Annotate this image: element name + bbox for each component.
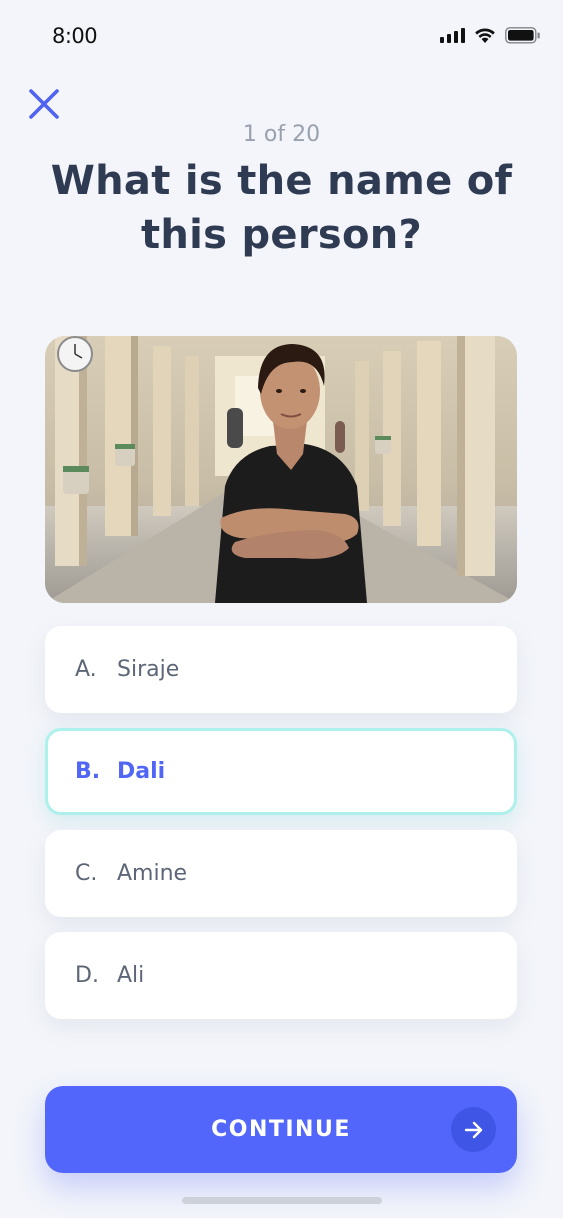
arrow-right-icon <box>451 1107 496 1152</box>
option-b[interactable]: B. Dali <box>45 728 517 815</box>
continue-button[interactable]: CONTINUE <box>45 1086 517 1173</box>
status-time: 8:00 <box>52 24 98 48</box>
home-indicator <box>182 1197 382 1204</box>
close-button[interactable] <box>26 86 62 122</box>
status-icons <box>440 26 541 44</box>
close-icon <box>29 89 59 119</box>
person-photo <box>45 336 517 603</box>
signal-icon <box>440 27 465 43</box>
option-label: Ali <box>117 963 145 988</box>
option-letter: D. <box>75 963 99 988</box>
option-letter: C. <box>75 861 98 886</box>
option-c[interactable]: C. Amine <box>45 830 517 917</box>
status-bar: 8:00 <box>0 0 563 70</box>
battery-icon <box>505 26 541 44</box>
continue-label: CONTINUE <box>211 1117 351 1142</box>
wifi-icon <box>473 26 497 44</box>
progress-text: 1 of 20 <box>242 122 321 147</box>
option-label: Amine <box>117 861 188 886</box>
option-label: Siraje <box>117 657 180 682</box>
option-d[interactable]: D. Ali <box>45 932 517 1019</box>
option-a[interactable]: A. Siraje <box>45 626 517 713</box>
option-letter: A. <box>75 657 97 682</box>
option-label: Dali <box>117 759 166 784</box>
option-letter: B. <box>75 759 101 784</box>
question-title: What is the name of this person? <box>50 158 513 258</box>
